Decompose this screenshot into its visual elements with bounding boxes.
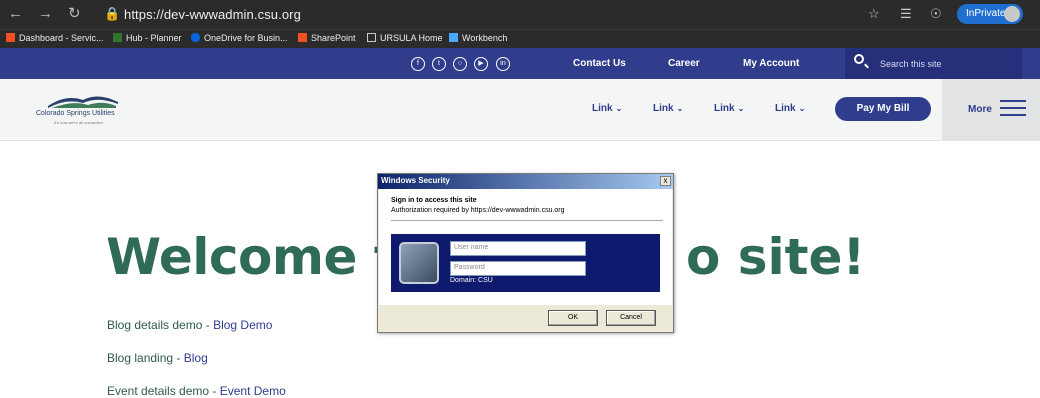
back-icon[interactable]: ← (8, 5, 23, 23)
page-title-end: o site! (686, 228, 866, 286)
password-field[interactable]: Password (450, 261, 586, 276)
search-placeholder: Search this site (880, 59, 942, 69)
dialog-subtext: Authorization required by https://dev-ww… (391, 207, 565, 214)
search-icon (854, 54, 864, 64)
youtube-icon[interactable]: ▶ (474, 57, 488, 71)
cancel-button[interactable]: Cancel (606, 310, 656, 326)
list-item: Event details demo - Event Demo (107, 384, 286, 398)
linkedin-icon[interactable]: in (496, 57, 510, 71)
career-link[interactable]: Career (668, 58, 700, 69)
facebook-icon[interactable]: f (411, 57, 425, 71)
list-item: Blog details demo - Blog Demo (107, 318, 272, 332)
close-icon[interactable]: x (660, 176, 671, 186)
page-title: Welcome t (106, 228, 398, 286)
link-label: Blog details demo - (107, 318, 214, 332)
refresh-icon[interactable]: ↻ (68, 5, 81, 23)
hamburger-icon[interactable] (1000, 100, 1026, 118)
divider (391, 220, 663, 221)
search-input[interactable]: Search this site (845, 48, 1022, 79)
blog-link[interactable]: Blog (184, 351, 208, 365)
link-label: Event details demo - (107, 384, 220, 398)
nav-link-label: Link (592, 103, 613, 114)
favorites-list-icon[interactable]: ☰ (900, 6, 912, 22)
my-account-link[interactable]: My Account (743, 58, 799, 69)
domain-label: Domain: CSU (450, 277, 493, 284)
inprivate-label: InPrivate (966, 8, 1006, 19)
bookmark-label: SharePoint (311, 33, 356, 43)
address-bar[interactable]: https://dev-wwwadmin.csu.org (124, 7, 301, 22)
windows-security-dialog: Windows Security x Sign in to access thi… (377, 173, 674, 333)
sharepoint-icon (298, 33, 307, 42)
nav-link-3[interactable]: Link ⌄ (714, 103, 744, 114)
credential-panel: User name Password Domain: CSU (391, 234, 660, 292)
bookmark-label: Hub - Planner (126, 33, 182, 43)
instagram-icon[interactable]: ○ (453, 57, 467, 71)
nav-link-1[interactable]: Link ⌄ (592, 103, 622, 114)
logo-tagline: It's how we're all connected (54, 120, 103, 125)
planner-icon (113, 33, 122, 42)
username-field[interactable]: User name (450, 241, 586, 256)
dialog-titlebar[interactable]: Windows Security x (378, 174, 673, 189)
bookmark-label: OneDrive for Busin... (204, 33, 288, 43)
workbench-icon (449, 33, 458, 42)
nav-link-label: Link (653, 103, 674, 114)
nav-link-label: Link (714, 103, 735, 114)
page-icon (367, 33, 376, 42)
chevron-down-icon: ⌄ (737, 104, 745, 113)
collections-icon[interactable]: ☉ (930, 6, 942, 22)
bookmark-dashboard[interactable]: Dashboard - Servic... (6, 33, 104, 43)
logo-icon[interactable] (48, 92, 118, 110)
avatar (1004, 6, 1020, 22)
twitter-icon[interactable]: t (432, 57, 446, 71)
chevron-down-icon: ⌄ (798, 104, 806, 113)
bookmark-ursula[interactable]: URSULA Home (367, 33, 443, 43)
onedrive-icon (191, 33, 200, 42)
inprivate-badge[interactable]: InPrivate (957, 4, 1023, 24)
chevron-down-icon: ⌄ (676, 104, 684, 113)
bookmark-label: Dashboard - Servic... (19, 33, 104, 43)
link-label: Blog landing - (107, 351, 184, 365)
bookmark-sharepoint[interactable]: SharePoint (298, 33, 356, 43)
contact-us-link[interactable]: Contact Us (573, 58, 626, 69)
more-label[interactable]: More (968, 104, 992, 115)
nav-link-4[interactable]: Link ⌄ (775, 103, 805, 114)
dashboard-icon (6, 33, 15, 42)
chevron-down-icon: ⌄ (615, 104, 623, 113)
nav-link-2[interactable]: Link ⌄ (653, 103, 683, 114)
lock-icon: 🔒 (104, 6, 121, 21)
bookmark-workbench[interactable]: Workbench (449, 33, 507, 43)
dialog-body: Sign in to access this site Authorizatio… (379, 189, 672, 305)
bookmarks-bar: Dashboard - Servic... Hub - Planner OneD… (0, 29, 1040, 48)
logo-name: Colorado Springs Utilities (36, 110, 115, 117)
nav-link-label: Link (775, 103, 796, 114)
list-item: Blog landing - Blog (107, 351, 208, 365)
monitor-icon (399, 242, 439, 284)
blog-demo-link[interactable]: Blog Demo (213, 318, 272, 332)
favorite-star-icon[interactable]: ☆ (868, 6, 880, 22)
forward-icon[interactable]: → (38, 5, 53, 23)
bookmark-label: URSULA Home (380, 33, 443, 43)
bookmark-label: Workbench (462, 33, 508, 43)
event-demo-link[interactable]: Event Demo (220, 384, 286, 398)
ok-button[interactable]: OK (548, 310, 598, 326)
bookmark-planner[interactable]: Hub - Planner (113, 33, 182, 43)
dialog-heading: Sign in to access this site (391, 197, 477, 204)
dialog-title: Windows Security (381, 176, 450, 185)
bookmark-onedrive[interactable]: OneDrive for Busin... (191, 33, 288, 43)
pay-my-bill-button[interactable]: Pay My Bill (835, 97, 931, 121)
browser-toolbar: ← → ↻ 🔒 https://dev-wwwadmin.csu.org ☆ ☰… (0, 0, 1040, 29)
